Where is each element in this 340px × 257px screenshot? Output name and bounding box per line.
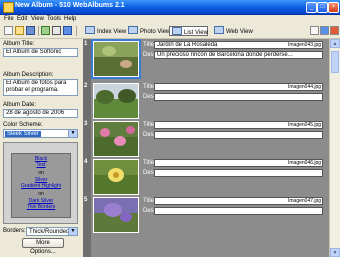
settings-icon[interactable] bbox=[310, 26, 319, 35]
photo-filename: Imagen047.jpg bbox=[288, 198, 322, 204]
row-number: 5 bbox=[84, 197, 88, 203]
photo-filename: Imagen045.jpg bbox=[288, 122, 322, 128]
preview-line: on bbox=[38, 191, 44, 197]
photo-row: 5 Title: Imagen047.jpg Desc: bbox=[83, 195, 330, 245]
album-list: 1 Title: Jardín de La Rosaleda Imagen043… bbox=[83, 39, 340, 257]
app-icon bbox=[3, 2, 14, 13]
menu-tools[interactable]: Tools bbox=[47, 16, 61, 22]
preview-line: Text bbox=[36, 162, 46, 168]
color-scheme-preview: Black Text on Silver Gradient Highlight … bbox=[3, 142, 78, 224]
menu-edit[interactable]: Edit bbox=[17, 16, 27, 22]
web-view-icon bbox=[214, 26, 224, 34]
color-scheme-select[interactable]: Sleek Silver ▼ bbox=[3, 129, 78, 138]
list-view-label: List View bbox=[184, 30, 208, 36]
album-description-field[interactable]: El Album de fotos para probar el program… bbox=[3, 79, 78, 96]
row-number: 1 bbox=[84, 41, 88, 47]
menu-view[interactable]: View bbox=[31, 16, 44, 22]
photo-view-icon bbox=[128, 26, 138, 34]
window-title: New Album - 510 WebAlbums 2.1 bbox=[15, 2, 125, 9]
close-button[interactable]: × bbox=[328, 2, 339, 13]
add-photos-icon[interactable] bbox=[41, 26, 50, 35]
list-view-icon bbox=[172, 27, 182, 35]
web-view-button[interactable]: Web View bbox=[212, 26, 253, 36]
title-bar: New Album - 510 WebAlbums 2.1 _ □ × bbox=[0, 0, 340, 15]
scroll-down-icon[interactable]: ▼ bbox=[330, 248, 340, 257]
index-view-icon bbox=[85, 26, 95, 34]
photo-filename: Imagen043.jpg bbox=[288, 42, 322, 48]
toolbar: Index View Photo View List View Web View bbox=[0, 24, 340, 39]
color-scheme-label: Color Scheme: bbox=[3, 122, 43, 128]
open-icon[interactable] bbox=[15, 26, 24, 35]
photo-filename: Imagen044.jpg bbox=[288, 84, 322, 90]
yellow-flower-photo[interactable] bbox=[93, 159, 139, 195]
borders-label: Borders: bbox=[3, 228, 26, 234]
borders-select[interactable]: Thick/Rounded ▼ bbox=[26, 227, 78, 236]
photo-desc-field[interactable] bbox=[154, 93, 323, 101]
globe-icon[interactable] bbox=[63, 26, 72, 35]
preview-line: Thin Borders bbox=[26, 204, 56, 210]
new-icon[interactable] bbox=[4, 26, 13, 35]
chevron-down-icon[interactable]: ▼ bbox=[68, 228, 77, 235]
web-view-label: Web View bbox=[226, 29, 253, 35]
toolbar-separator bbox=[38, 26, 39, 36]
vertical-scrollbar[interactable]: ▲ ▼ bbox=[329, 39, 340, 257]
preview-line: on bbox=[38, 170, 44, 176]
minimize-button[interactable]: _ bbox=[306, 2, 317, 13]
borders-value: Thick/Rounded bbox=[29, 229, 70, 235]
photo-desc-field[interactable]: Un precioso rincón de Barcelona donde pe… bbox=[154, 51, 323, 59]
publish-icon[interactable] bbox=[52, 26, 61, 35]
album-title-field[interactable]: El Album de Softonic bbox=[3, 48, 78, 57]
album-description-label: Album Description: bbox=[3, 72, 54, 78]
help-icon[interactable] bbox=[320, 26, 329, 35]
color-scheme-value: Sleek Silver bbox=[5, 131, 41, 137]
photo-view-button[interactable]: Photo View bbox=[126, 26, 170, 36]
preview-card: Black Text on Silver Gradient Highlight … bbox=[11, 153, 71, 218]
app-window: New Album - 510 WebAlbums 2.1 _ □ × File… bbox=[0, 0, 340, 257]
photo-filename: Imagen046.jpg bbox=[288, 160, 322, 166]
photo-desc-field[interactable] bbox=[154, 207, 323, 215]
photo-view-label: Photo View bbox=[140, 29, 171, 35]
preview-line: Gradient Highlight bbox=[20, 183, 62, 189]
menu-file[interactable]: File bbox=[4, 16, 14, 22]
purple-flower-photo[interactable] bbox=[93, 197, 139, 233]
photo-desc-field[interactable] bbox=[154, 169, 323, 177]
menu-help[interactable]: Help bbox=[64, 16, 76, 22]
more-options-button[interactable]: More Options... bbox=[22, 238, 64, 255]
list-view-button[interactable]: List View bbox=[169, 26, 208, 36]
maximize-button[interactable]: □ bbox=[317, 2, 328, 13]
garden-bench-photo[interactable] bbox=[91, 39, 141, 79]
scrollbar-thumb[interactable] bbox=[331, 51, 339, 73]
album-date-field[interactable]: 28 de agosto de 2006 bbox=[3, 109, 78, 118]
photo-desc-field[interactable] bbox=[154, 131, 323, 139]
row-number: 2 bbox=[84, 83, 88, 89]
park-lawn-photo[interactable] bbox=[93, 83, 139, 119]
row-number: 3 bbox=[84, 121, 88, 127]
chevron-down-icon[interactable]: ▼ bbox=[68, 130, 77, 137]
album-title-label: Album Title: bbox=[3, 41, 35, 47]
scroll-up-icon[interactable]: ▲ bbox=[330, 39, 340, 48]
index-view-label: Index View bbox=[97, 29, 127, 35]
toolbar-separator bbox=[76, 26, 77, 36]
album-settings-panel: Album Title: El Album de Softonic Album … bbox=[0, 39, 82, 257]
menu-bar: File Edit View Tools Help bbox=[0, 15, 340, 24]
exit-icon[interactable] bbox=[330, 26, 339, 35]
pink-roses-photo[interactable] bbox=[93, 121, 139, 157]
album-date-label: Album Date: bbox=[3, 102, 37, 108]
index-view-button[interactable]: Index View bbox=[83, 26, 127, 36]
save-icon[interactable] bbox=[26, 26, 35, 35]
row-number: 4 bbox=[84, 159, 88, 165]
